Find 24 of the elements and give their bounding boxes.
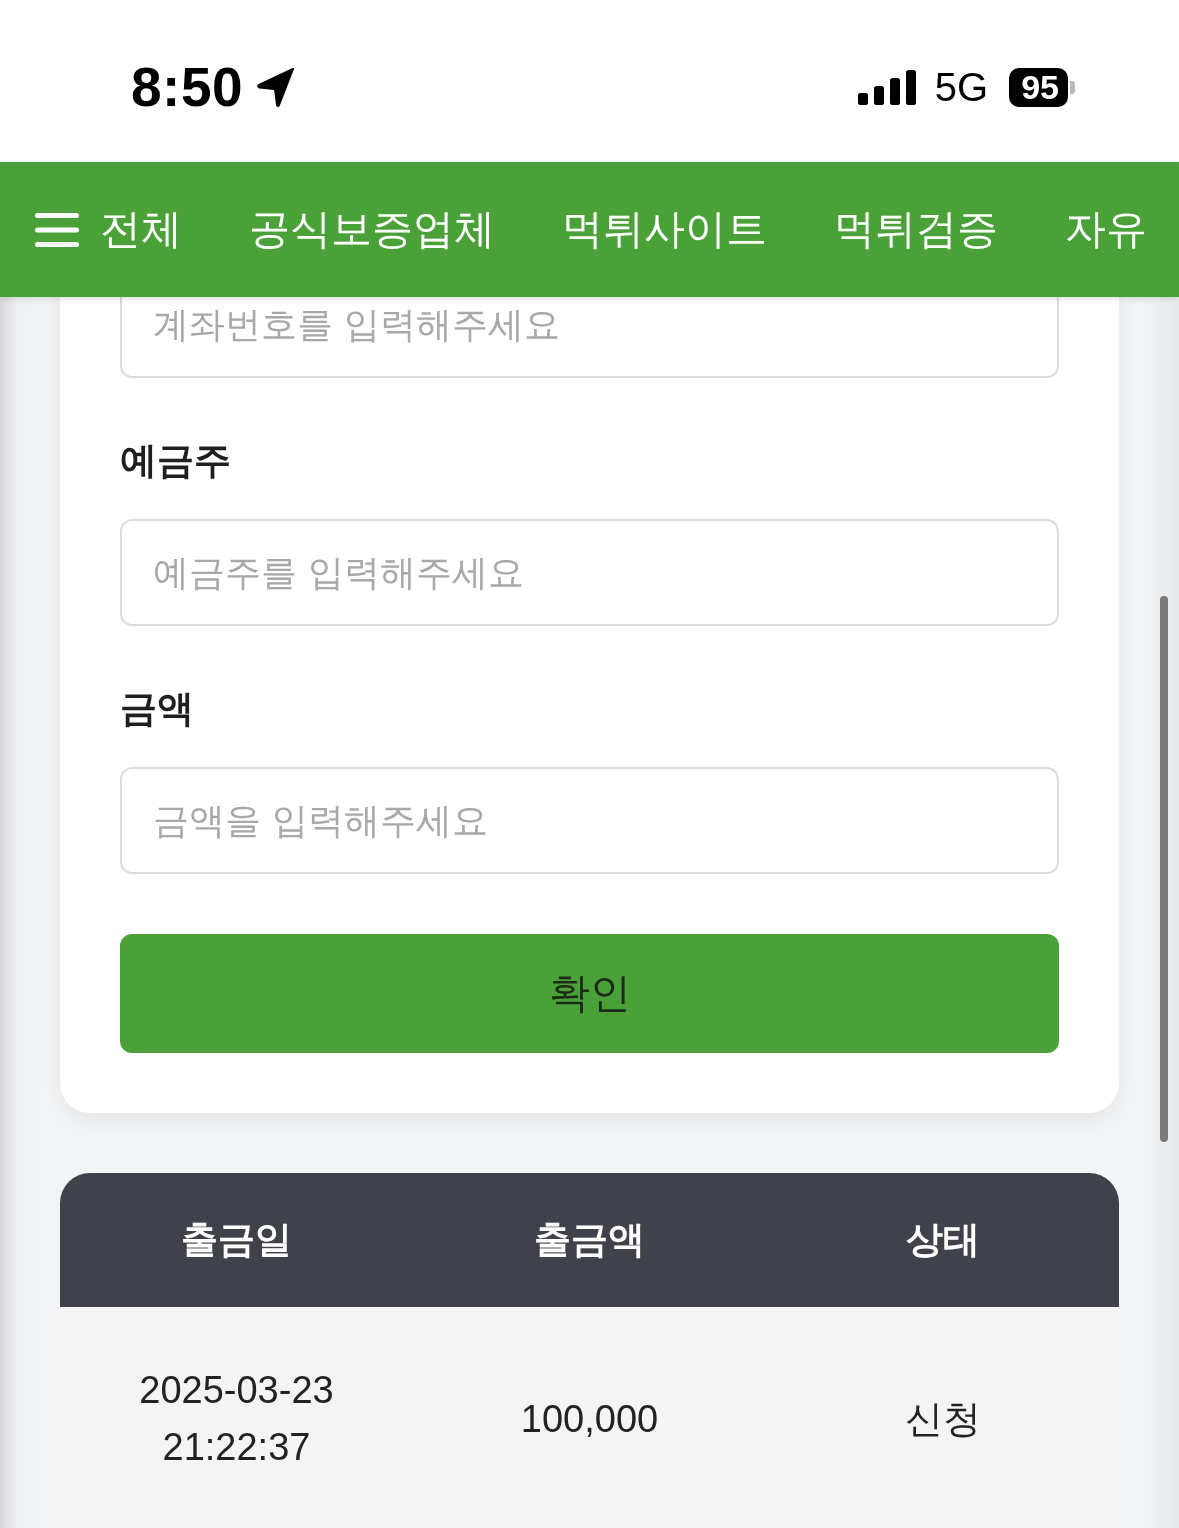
status-time: 8:50 — [131, 59, 244, 115]
nav-link[interactable]: 자유 — [1065, 204, 1147, 255]
column-header: 출금일 — [181, 1217, 292, 1263]
menu-icon[interactable] — [35, 212, 79, 247]
field-label: 예금주 — [120, 438, 231, 484]
nav-link[interactable]: 전체 — [100, 204, 182, 255]
network-type: 5G — [934, 67, 989, 107]
battery-indicator: 95 — [1009, 67, 1075, 107]
confirm-button[interactable]: 확인 — [120, 934, 1059, 1053]
table-cell-text: 100,000 — [520, 1396, 659, 1442]
text-field[interactable]: 예금주를 입력해주세요 — [120, 519, 1059, 626]
text-field[interactable]: 계좌번호를 입력해주세요 — [120, 297, 1059, 378]
signal-icon — [857, 69, 916, 105]
column-header: 출금액 — [534, 1217, 645, 1263]
nav-link[interactable]: 먹튀검증 — [834, 204, 998, 255]
column-header: 상태 — [905, 1217, 980, 1263]
field-label: 금액 — [120, 686, 194, 732]
table-cell-text: 2025-03-23 21:22:37 — [138, 1368, 335, 1470]
location-arrow-icon — [257, 67, 296, 107]
nav-link[interactable]: 먹튀사이트 — [562, 204, 767, 255]
scrollbar-thumb[interactable] — [1160, 596, 1168, 1142]
nav-link[interactable]: 공식보증업체 — [249, 204, 495, 255]
table-cell-text: 신청 — [904, 1396, 981, 1442]
text-field[interactable]: 금액을 입력해주세요 — [120, 767, 1059, 874]
